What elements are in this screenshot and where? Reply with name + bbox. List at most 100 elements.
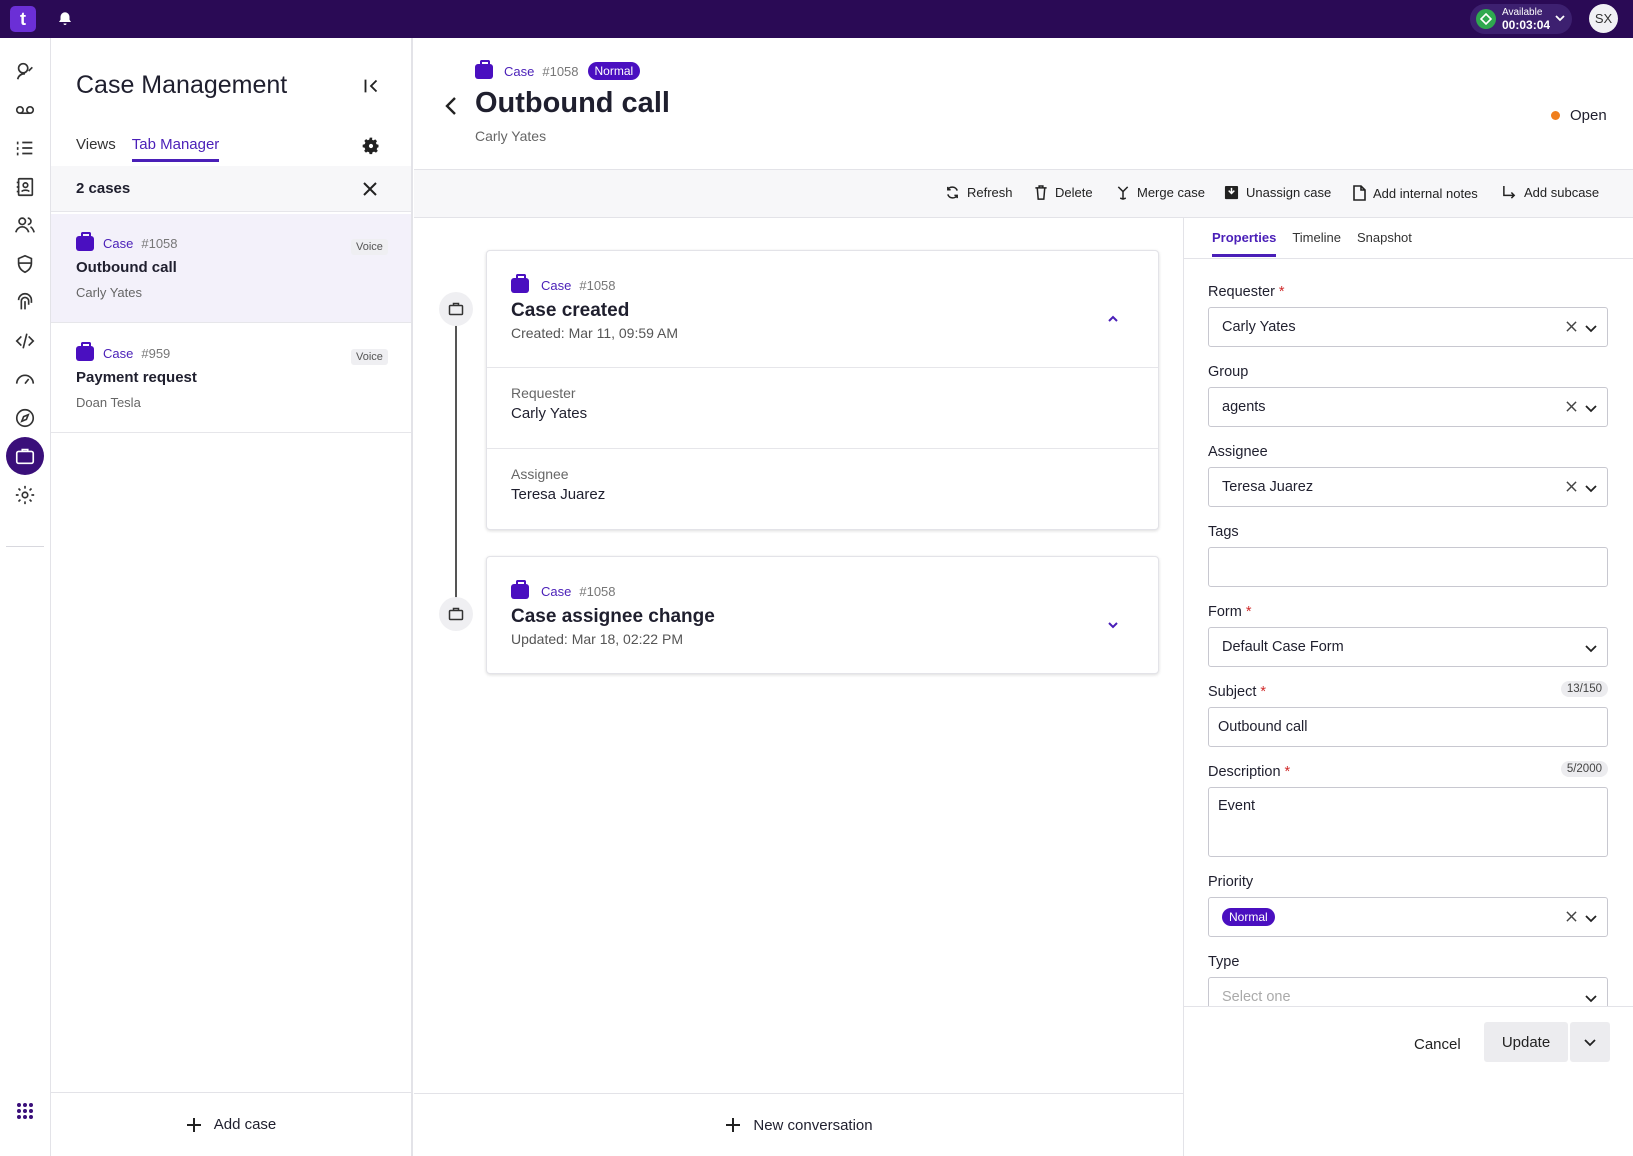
apps-grid-icon[interactable] — [6, 1092, 44, 1130]
list-icon[interactable] — [6, 129, 44, 167]
close-icon[interactable] — [362, 181, 378, 197]
tab-views[interactable]: Views — [76, 136, 116, 162]
timeline-card-header[interactable]: Case #1058 Case assignee change Updated:… — [487, 557, 1158, 673]
subcase-arrow-icon — [1503, 185, 1516, 199]
tab-tab-manager[interactable]: Tab Manager — [131, 136, 220, 162]
case-type: Case — [504, 63, 535, 79]
navigation-rail — [0, 38, 51, 1156]
properties-footer: Cancel Update — [1184, 1006, 1633, 1156]
requester-value: Carly Yates — [1222, 319, 1296, 335]
merge-case-button[interactable]: Merge case — [1116, 185, 1205, 200]
clear-icon[interactable] — [1566, 481, 1577, 492]
requester-select[interactable]: Carly Yates — [1208, 307, 1608, 347]
fingerprint-icon[interactable] — [6, 283, 44, 321]
group-value: agents — [1222, 399, 1266, 415]
availability-status[interactable]: Available 00:03:04 — [1470, 4, 1572, 34]
chevron-up-icon[interactable] — [1106, 312, 1120, 326]
list-item[interactable]: Case #1058 Voice Outbound call Carly Yat… — [51, 214, 411, 323]
unassign-case-button[interactable]: Unassign case — [1224, 185, 1331, 200]
delete-button[interactable]: Delete — [1034, 185, 1093, 200]
tab-timeline[interactable]: Timeline — [1292, 230, 1341, 257]
subject-field: Subject * 13/150 Outbound call — [1208, 681, 1608, 747]
chevron-down-icon — [1584, 1037, 1596, 1047]
detail-label: Assignee — [511, 466, 569, 482]
back-arrow-icon[interactable] — [442, 95, 460, 117]
merge-icon — [1117, 186, 1129, 200]
form-select[interactable]: Default Case Form — [1208, 627, 1608, 667]
chevron-down-icon[interactable] — [1106, 618, 1120, 632]
tags-input[interactable] — [1208, 547, 1608, 587]
case-number: #1058 — [141, 236, 178, 251]
description-textarea[interactable]: Event — [1208, 787, 1608, 857]
case-type: Case — [541, 584, 572, 599]
character-counter: 13/150 — [1560, 681, 1608, 697]
case-number: #1058 — [542, 63, 579, 79]
subject-input[interactable]: Outbound call — [1208, 707, 1608, 747]
type-placeholder: Select one — [1222, 989, 1291, 1005]
new-conversation-button[interactable]: New conversation — [414, 1093, 1184, 1156]
avatar[interactable]: SX — [1589, 4, 1618, 33]
contacts-icon[interactable] — [6, 52, 44, 90]
collapse-panel-icon[interactable] — [360, 75, 382, 97]
delete-label: Delete — [1055, 185, 1093, 200]
refresh-icon — [947, 186, 958, 199]
gauge-icon[interactable] — [6, 360, 44, 398]
assignee-select[interactable]: Teresa Juarez — [1208, 467, 1608, 507]
event-title: Case created — [511, 300, 630, 321]
chevron-down-icon — [1585, 323, 1597, 333]
requester-field: Requester * Carly Yates — [1208, 284, 1608, 347]
case-title: Payment request — [76, 369, 197, 386]
tab-snapshot[interactable]: Snapshot — [1357, 230, 1412, 257]
clear-icon[interactable] — [1566, 401, 1577, 412]
panel-tabs: Views Tab Manager — [76, 136, 220, 162]
app-logo[interactable]: t — [10, 6, 36, 32]
briefcase-icon — [76, 232, 94, 251]
properties-tabs: Properties Timeline Snapshot — [1212, 230, 1412, 257]
update-options-button[interactable] — [1570, 1022, 1610, 1062]
case-requester: Carly Yates — [475, 128, 547, 144]
group-field: Group agents — [1208, 364, 1608, 427]
compass-icon[interactable] — [6, 399, 44, 437]
event-title: Case assignee change — [511, 606, 715, 627]
priority-select[interactable]: Normal — [1208, 897, 1608, 937]
tab-properties[interactable]: Properties — [1212, 230, 1277, 257]
channel-badge: Voice — [351, 239, 388, 255]
people-icon[interactable] — [6, 206, 44, 244]
add-internal-notes-button[interactable]: Add internal notes — [1353, 185, 1478, 201]
list-item[interactable]: Case #959 Voice Payment request Doan Tes… — [51, 324, 411, 433]
description-field: Description * 5/2000 Event — [1208, 761, 1608, 857]
subject-label: Subject — [1208, 684, 1257, 700]
timeline-card-header[interactable]: Case #1058 Case created Created: Mar 11,… — [487, 251, 1158, 367]
timeline-briefcase-icon — [439, 597, 473, 631]
add-case-button[interactable]: Add case — [51, 1092, 411, 1156]
add-subcase-button[interactable]: Add subcase — [1502, 185, 1599, 200]
required-mark: * — [1245, 604, 1252, 620]
merge-case-label: Merge case — [1137, 185, 1205, 200]
briefcase-icon[interactable] — [6, 437, 44, 475]
update-button[interactable]: Update — [1484, 1022, 1568, 1062]
address-book-icon[interactable] — [6, 168, 44, 206]
briefcase-icon — [511, 274, 529, 293]
chevron-down-icon — [1554, 12, 1566, 24]
shield-icon[interactable] — [6, 245, 44, 283]
form-value: Default Case Form — [1222, 639, 1344, 655]
gear-icon[interactable] — [361, 136, 381, 156]
clear-icon[interactable] — [1566, 321, 1577, 332]
voicemail-icon[interactable] — [6, 91, 44, 129]
type-field: Type Select one — [1208, 954, 1608, 1017]
cancel-button[interactable]: Cancel — [1414, 1036, 1461, 1053]
chevron-down-icon — [1585, 643, 1597, 653]
status-badge[interactable]: Open — [1551, 107, 1607, 124]
case-header: Case #1058 Normal Outbound call Carly Ya… — [414, 38, 1633, 170]
group-select[interactable]: agents — [1208, 387, 1608, 427]
event-detail-row: Assignee Teresa Juarez — [487, 448, 1158, 529]
bell-icon[interactable] — [56, 10, 74, 28]
code-icon[interactable] — [6, 322, 44, 360]
clear-icon[interactable] — [1566, 911, 1577, 922]
gear-icon[interactable] — [6, 476, 44, 514]
event-timestamp: Updated: Mar 18, 02:22 PM — [511, 631, 683, 647]
refresh-button[interactable]: Refresh — [945, 185, 1013, 200]
add-internal-notes-label: Add internal notes — [1373, 185, 1478, 201]
unassign-icon — [1224, 185, 1239, 200]
case-type: Case — [103, 346, 134, 361]
